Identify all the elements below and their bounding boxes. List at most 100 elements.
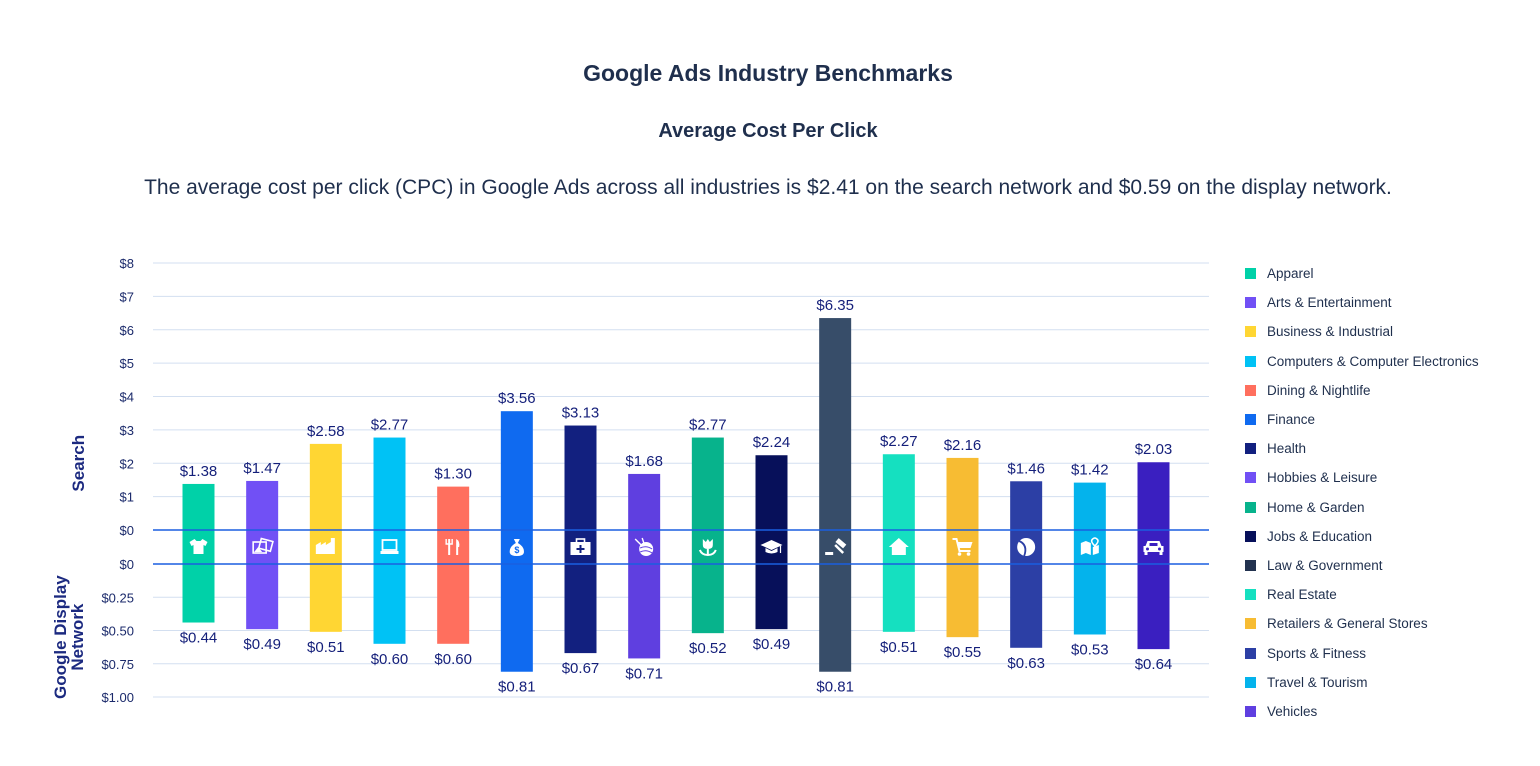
bar-1 bbox=[246, 480, 279, 630]
display-value-label: $0.64 bbox=[1135, 656, 1173, 673]
display-value-label: $0.53 bbox=[1071, 641, 1109, 658]
legend-label: Hobbies & Leisure bbox=[1267, 470, 1378, 486]
display-value-label: $0.60 bbox=[371, 651, 409, 668]
display-value-label: $0.81 bbox=[816, 679, 854, 696]
legend-item: Home & Garden bbox=[1245, 493, 1479, 522]
bar-15 bbox=[1137, 462, 1170, 650]
legend-swatch bbox=[1245, 676, 1256, 688]
legend-item: Business & Industrial bbox=[1245, 317, 1479, 346]
legend-swatch bbox=[1245, 268, 1256, 280]
legend-item: Computers & Computer Electronics bbox=[1245, 347, 1479, 376]
chart-legend: Apparel Arts & Entertainment Business & In… bbox=[1245, 259, 1479, 726]
legend-swatch bbox=[1245, 472, 1256, 484]
search-value-label: $1.47 bbox=[243, 460, 281, 477]
search-value-label: $1.46 bbox=[1007, 460, 1045, 477]
display-value-label: $0.49 bbox=[243, 636, 281, 653]
legend-item: Sports & Fitness bbox=[1245, 638, 1479, 667]
chart-description: The average cost per click (CPC) in Goog… bbox=[144, 176, 1392, 199]
y-axis-title-display: Google DisplayNetwork bbox=[51, 575, 87, 699]
search-value-label: $2.77 bbox=[371, 417, 409, 434]
search-value-label: $3.13 bbox=[562, 405, 600, 422]
legend-item: Dining & Nightlife bbox=[1245, 376, 1479, 405]
search-value-label: $2.24 bbox=[753, 434, 791, 451]
search-value-label: $3.56 bbox=[498, 390, 536, 407]
legend-swatch bbox=[1245, 589, 1256, 601]
y-tick-label: $0 bbox=[120, 557, 134, 572]
tennis-ball-icon bbox=[1017, 538, 1036, 557]
legend-item: Jobs & Education bbox=[1245, 522, 1479, 551]
legend-label: Apparel bbox=[1267, 266, 1314, 282]
search-value-label: $2.27 bbox=[880, 433, 918, 450]
display-value-label: $0.51 bbox=[880, 639, 918, 656]
y-tick-label: $4 bbox=[120, 390, 134, 405]
legend-item: Real Estate bbox=[1245, 580, 1479, 609]
y-tick-label: $2 bbox=[120, 456, 134, 471]
y-tick-label: $0.25 bbox=[101, 590, 134, 605]
legend-swatch bbox=[1245, 297, 1256, 309]
legend-item: Retailers & General Stores bbox=[1245, 609, 1479, 638]
legend-swatch bbox=[1245, 414, 1256, 426]
legend-swatch bbox=[1245, 326, 1256, 338]
search-value-label: $6.35 bbox=[816, 297, 854, 314]
legend-swatch bbox=[1245, 443, 1256, 455]
legend-item: Arts & Entertainment bbox=[1245, 288, 1479, 317]
y-tick-label: $1.00 bbox=[101, 690, 134, 705]
chart-subtitle: Average Cost Per Click bbox=[658, 120, 878, 142]
y-axis-title-search: Search bbox=[69, 435, 88, 492]
legend-swatch bbox=[1245, 384, 1256, 396]
search-value-label: $1.38 bbox=[180, 463, 218, 480]
legend-label: Computers & Computer Electronics bbox=[1267, 353, 1479, 369]
legend-item: Travel & Tourism bbox=[1245, 668, 1479, 697]
y-tick-label: $0.50 bbox=[101, 624, 134, 639]
legend-swatch bbox=[1245, 530, 1256, 542]
bar-10 bbox=[819, 318, 852, 672]
display-value-label: $0.52 bbox=[689, 640, 727, 657]
search-value-label: $1.68 bbox=[625, 453, 663, 470]
legend-label: Finance bbox=[1267, 412, 1316, 428]
y-tick-label: $7 bbox=[120, 289, 134, 304]
display-value-label: $0.55 bbox=[944, 644, 982, 661]
legend-label: Travel & Tourism bbox=[1267, 674, 1368, 690]
search-value-label: $2.03 bbox=[1135, 441, 1173, 458]
display-value-label: $0.63 bbox=[1007, 655, 1045, 672]
legend-label: Vehicles bbox=[1267, 703, 1318, 719]
y-tick-label: $6 bbox=[120, 323, 134, 338]
legend-label: Jobs & Education bbox=[1267, 528, 1373, 544]
bar-14 bbox=[1073, 482, 1106, 635]
legend-item: Hobbies & Leisure bbox=[1245, 463, 1479, 492]
legend-label: Retailers & General Stores bbox=[1267, 616, 1428, 632]
legend-swatch bbox=[1245, 559, 1256, 571]
bar-chart: $0 $1 $2 $3 $4 $5 $6 $7 $8 $0 $0.25 $0.50 $0.75 $1.00… bbox=[51, 256, 1209, 705]
legend-swatch bbox=[1245, 618, 1256, 630]
legend-label: Sports & Fitness bbox=[1267, 645, 1367, 661]
display-value-label: $0.60 bbox=[434, 651, 472, 668]
bar-8 bbox=[691, 437, 724, 634]
display-value-label: $0.71 bbox=[625, 665, 663, 682]
display-value-label: $0.49 bbox=[753, 636, 791, 653]
search-value-label: $1.42 bbox=[1071, 462, 1109, 479]
search-value-label: $1.30 bbox=[434, 466, 472, 483]
chart-title: Google Ads Industry Benchmarks bbox=[583, 60, 953, 86]
display-value-label: $0.44 bbox=[180, 630, 218, 647]
y-tick-label: $5 bbox=[120, 356, 134, 371]
legend-label: Law & Government bbox=[1267, 557, 1383, 573]
legend-item: Finance bbox=[1245, 405, 1479, 434]
bar-7 bbox=[628, 473, 661, 659]
search-value-label: $2.77 bbox=[689, 417, 727, 434]
display-value-label: $0.81 bbox=[498, 679, 536, 696]
legend-swatch bbox=[1245, 705, 1256, 717]
display-value-label: $0.67 bbox=[562, 660, 600, 677]
display-value-label: $0.51 bbox=[307, 639, 345, 656]
bar-4 bbox=[437, 486, 470, 644]
legend-label: Dining & Nightlife bbox=[1267, 382, 1371, 398]
y-tick-label: $0 bbox=[120, 523, 134, 538]
legend-item: Apparel bbox=[1245, 259, 1479, 288]
bar-2 bbox=[309, 443, 342, 632]
y-tick-label: $0.75 bbox=[101, 657, 134, 672]
svg-text:$: $ bbox=[514, 545, 519, 555]
legend-swatch bbox=[1245, 355, 1256, 367]
y-tick-label: $8 bbox=[120, 256, 134, 271]
y-tick-label: $3 bbox=[120, 423, 134, 438]
search-value-label: $2.58 bbox=[307, 423, 345, 440]
legend-label: Arts & Entertainment bbox=[1267, 295, 1392, 311]
